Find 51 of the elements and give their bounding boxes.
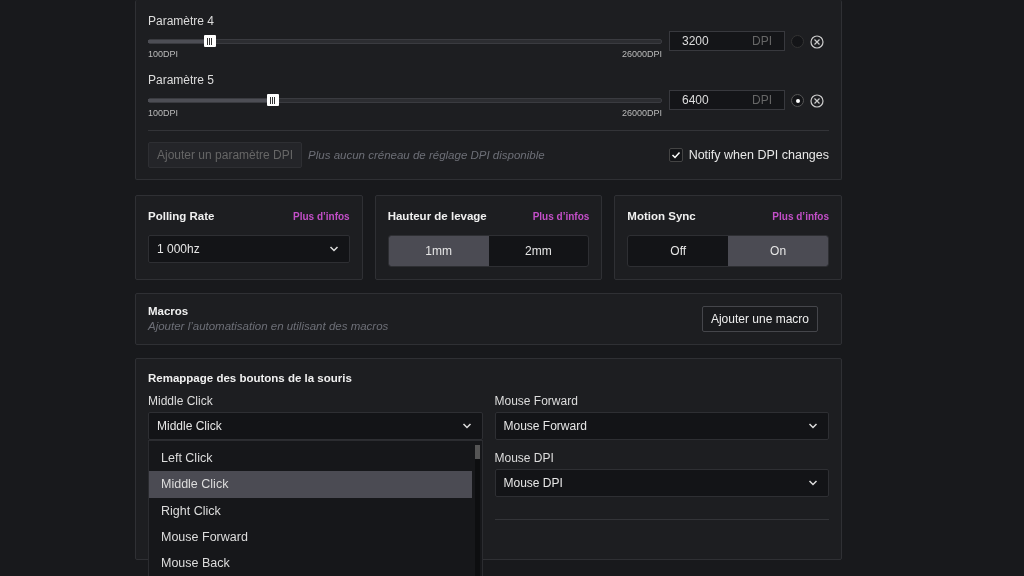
checkmark-icon bbox=[670, 150, 681, 160]
dpi-input[interactable]: 3200 DPI bbox=[669, 31, 785, 51]
more-info-link[interactable]: Plus d’infos bbox=[772, 210, 829, 222]
min-label: 100DPI bbox=[148, 49, 179, 59]
macros-title: Macros bbox=[148, 304, 190, 317]
segment-option[interactable]: 1mm bbox=[388, 236, 489, 266]
preset-label: Paramètre 5 bbox=[148, 73, 215, 87]
scrollbar[interactable] bbox=[474, 445, 480, 576]
slider[interactable] bbox=[148, 93, 662, 107]
field-label: Mouse DPI bbox=[494, 451, 554, 465]
chevron-icon bbox=[808, 423, 818, 429]
slider-thumb[interactable] bbox=[203, 35, 216, 47]
hint-text: Plus aucun créneau de réglage DPI disponible bbox=[308, 149, 545, 161]
segment-option[interactable]: On bbox=[728, 236, 828, 266]
remove-icon[interactable] bbox=[810, 94, 824, 108]
radio-button[interactable] bbox=[791, 35, 804, 48]
preset-label: Paramètre 4 bbox=[148, 14, 215, 28]
chevron-icon bbox=[808, 480, 818, 486]
remap-title: Remappage des boutons de la souris bbox=[148, 372, 352, 384]
field-label: Middle Click bbox=[148, 394, 213, 408]
button-dropdown[interactable]: Mouse DPI bbox=[494, 469, 829, 497]
segment-option[interactable]: 2mm bbox=[488, 236, 589, 266]
radio-button[interactable] bbox=[791, 94, 804, 107]
menu-option[interactable]: Left Click bbox=[149, 445, 472, 472]
segment-option[interactable]: Off bbox=[628, 236, 729, 266]
field-label: Mouse Forward bbox=[494, 394, 578, 408]
slider-thumb[interactable] bbox=[266, 94, 279, 106]
more-info-link[interactable]: Plus d’infos bbox=[532, 210, 590, 222]
setting-title: Polling Rate bbox=[148, 210, 215, 222]
remove-icon[interactable] bbox=[810, 35, 824, 49]
polling-rate-dropdown[interactable]: 1 000hz bbox=[148, 235, 350, 263]
macros-description: Ajouter l’automatisation en utilisant des macros bbox=[148, 319, 389, 332]
max-label: 26000DPI bbox=[621, 108, 662, 118]
more-info-link[interactable]: Plus d’infos bbox=[293, 210, 350, 222]
menu-option[interactable]: Mouse Forward bbox=[149, 523, 472, 551]
min-label: 100DPI bbox=[148, 108, 179, 118]
max-label: 26000DPI bbox=[621, 49, 662, 59]
slider[interactable] bbox=[148, 34, 662, 48]
menu-option[interactable]: Middle Click bbox=[149, 471, 472, 498]
menu-option[interactable]: Mouse Back bbox=[149, 550, 472, 576]
chevron-icon bbox=[328, 246, 339, 252]
chevron-icon bbox=[461, 423, 472, 429]
button-dropdown[interactable]: Middle Click bbox=[148, 412, 483, 440]
setting-title: Motion Sync bbox=[627, 210, 696, 222]
dpi-input[interactable]: 6400 DPI bbox=[669, 90, 785, 110]
setting-title: Hauteur de levage bbox=[387, 210, 487, 222]
button-dropdown[interactable]: Mouse Forward bbox=[494, 412, 829, 440]
checkbox[interactable] bbox=[668, 148, 683, 162]
add-macro-button[interactable]: Ajouter une macro bbox=[701, 306, 818, 332]
checkbox-label: Notify when DPI changes bbox=[688, 148, 829, 162]
menu-option[interactable]: Right Click bbox=[149, 497, 472, 524]
